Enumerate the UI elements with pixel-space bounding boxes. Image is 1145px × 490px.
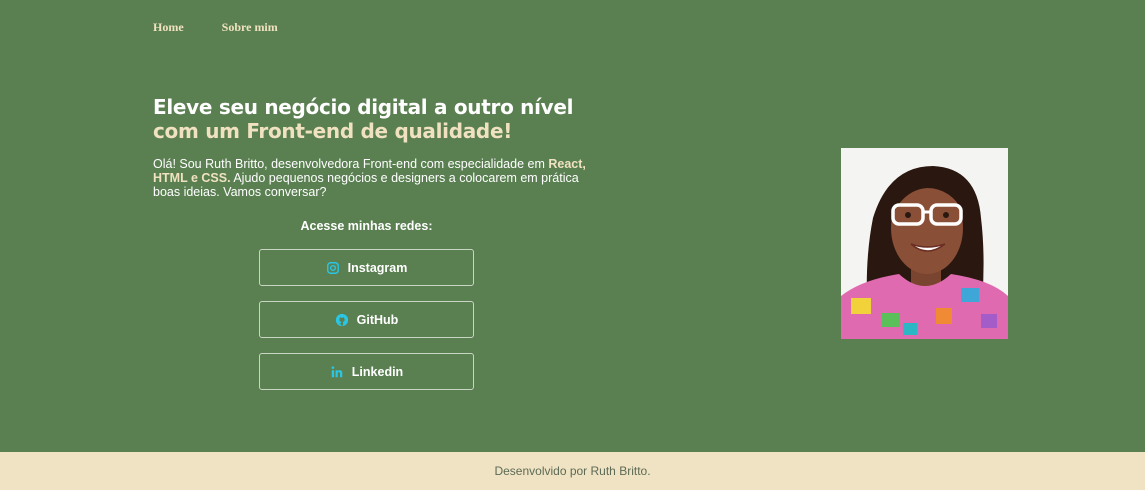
hero-title-line2: com um Front-end de qualidade!	[153, 119, 513, 143]
footer-text: Desenvolvido por Ruth Britto.	[494, 464, 651, 478]
top-nav: Home Sobre mim	[153, 20, 278, 35]
github-icon	[335, 313, 348, 326]
linkedin-icon	[331, 365, 343, 377]
linkedin-label: Linkedin	[351, 364, 404, 379]
hero-title-line1: Eleve seu negócio digital a outro nível	[153, 95, 574, 119]
github-label: GitHub	[356, 312, 399, 327]
nav-home-link[interactable]: Home	[153, 20, 184, 35]
linkedin-button[interactable]: Linkedin	[259, 353, 474, 390]
hero-intro: Olá! Sou Ruth Britto, desenvolvedora Fro…	[153, 157, 593, 199]
github-button[interactable]: GitHub	[259, 301, 474, 338]
nav-about-link[interactable]: Sobre mim	[222, 20, 278, 35]
hero-title: Eleve seu negócio digital a outro nível …	[153, 95, 574, 143]
instagram-button[interactable]: Instagram	[259, 249, 474, 286]
social-title: Acesse minhas redes:	[300, 219, 433, 233]
instagram-label: Instagram	[347, 260, 408, 275]
instagram-icon	[326, 261, 339, 274]
profile-photo	[841, 148, 1008, 339]
footer: Desenvolvido por Ruth Britto.	[0, 452, 1145, 490]
intro-text-1: Olá! Sou Ruth Britto, desenvolvedora Fro…	[153, 157, 549, 171]
